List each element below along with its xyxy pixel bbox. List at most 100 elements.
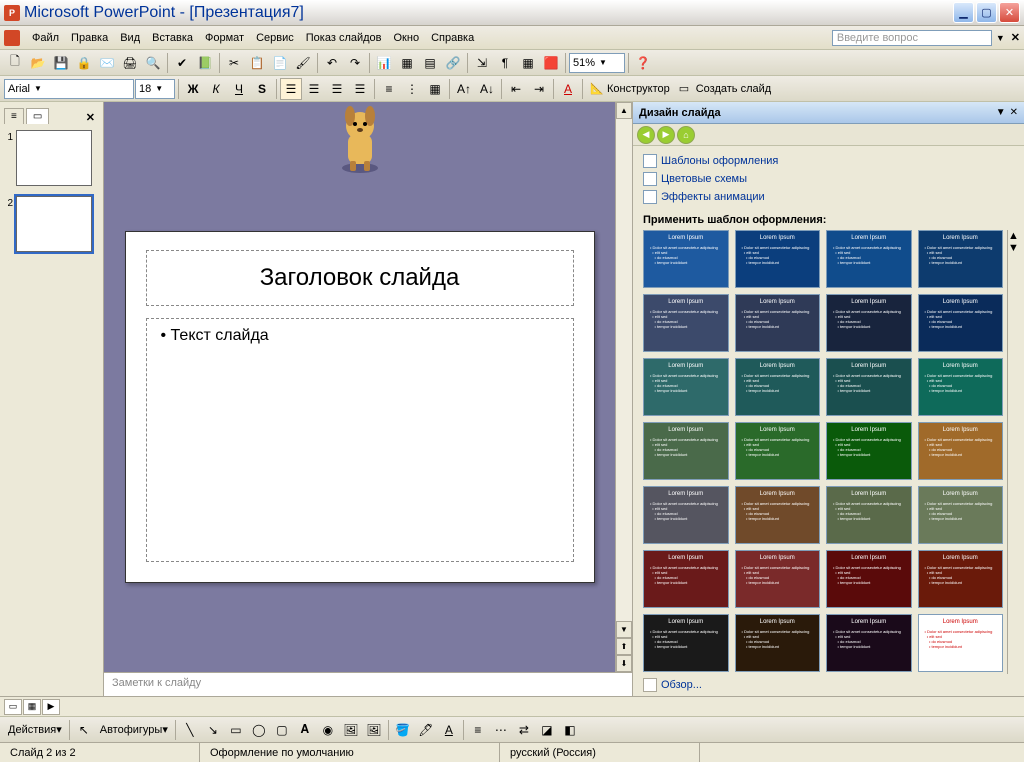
template-thumb[interactable]: Lorem Ipsum• Dolor sit amet consectetur …	[918, 358, 1004, 416]
arrow-icon[interactable]: ↘	[202, 719, 224, 741]
save-icon[interactable]: 💾	[50, 52, 72, 74]
office-assistant[interactable]	[330, 106, 390, 176]
cut-icon[interactable]: ✂	[223, 52, 245, 74]
increase-indent-icon[interactable]: ⇥	[528, 78, 550, 100]
menu-file[interactable]: Файл	[26, 30, 65, 46]
chart-icon[interactable]: 📊	[373, 52, 395, 74]
grid-icon[interactable]: ▦	[517, 52, 539, 74]
help-search-box[interactable]: Введите вопрос	[832, 30, 992, 46]
align-left-icon[interactable]: ☰	[280, 78, 302, 100]
template-thumb[interactable]: Lorem Ipsum• Dolor sit amet consectetur …	[643, 422, 729, 480]
scroll-down-icon[interactable]: ▼	[616, 621, 632, 638]
minimize-button[interactable]: ▁	[953, 2, 974, 23]
close-button[interactable]: ✕	[999, 2, 1020, 23]
sorter-view-icon[interactable]: ▦	[23, 699, 41, 715]
diagram-icon[interactable]: ◉	[317, 719, 339, 741]
nav-back-icon[interactable]: ◀	[637, 126, 655, 144]
slide-panel-close[interactable]: ✕	[82, 111, 99, 124]
select-icon[interactable]: ↖	[73, 719, 95, 741]
paste-icon[interactable]: 📄	[269, 52, 291, 74]
menu-help[interactable]: Справка	[425, 30, 480, 46]
scroll-up-icon[interactable]: ▲	[1008, 230, 1024, 242]
template-thumb[interactable]: Lorem Ipsum• Dolor sit amet consectetur …	[918, 614, 1004, 672]
template-thumb[interactable]: Lorem Ipsum• Dolor sit amet consectetur …	[735, 358, 821, 416]
color-icon[interactable]: 🟥	[540, 52, 562, 74]
help-icon[interactable]: ❓	[632, 52, 654, 74]
spellcheck-icon[interactable]: ✔	[171, 52, 193, 74]
open-icon[interactable]: 📂	[27, 52, 49, 74]
line-color-icon[interactable]: 🖊	[415, 719, 437, 741]
autoshapes-menu[interactable]: Автофигуры ▾	[96, 723, 172, 736]
document-close-button[interactable]: ✕	[1011, 31, 1020, 44]
menu-insert[interactable]: Вставка	[146, 30, 199, 46]
scroll-up-icon[interactable]: ▲	[616, 102, 632, 119]
line-icon[interactable]: ╲	[179, 719, 201, 741]
slide-thumb-1[interactable]	[16, 130, 92, 186]
font-color-icon[interactable]: A	[557, 78, 579, 100]
menu-tools[interactable]: Сервис	[250, 30, 300, 46]
tab-outline[interactable]: ≡	[4, 108, 24, 124]
maximize-button[interactable]: ▢	[976, 2, 997, 23]
decrease-indent-icon[interactable]: ⇤	[505, 78, 527, 100]
template-thumb[interactable]: Lorem Ipsum• Dolor sit amet consectetur …	[918, 422, 1004, 480]
hyperlink-icon[interactable]: 🔗	[442, 52, 464, 74]
bold-icon[interactable]: Ж	[182, 78, 204, 100]
template-thumb[interactable]: Lorem Ipsum• Dolor sit amet consectetur …	[826, 294, 912, 352]
undo-icon[interactable]: ↶	[321, 52, 343, 74]
table-icon[interactable]: ▦	[396, 52, 418, 74]
template-thumb[interactable]: Lorem Ipsum• Dolor sit amet consectetur …	[826, 614, 912, 672]
zoom-combo[interactable]: 51%▼	[569, 53, 625, 73]
template-thumb[interactable]: Lorem Ipsum• Dolor sit amet consectetur …	[643, 230, 729, 288]
bullets-icon[interactable]: ⋮	[401, 78, 423, 100]
fill-color-icon[interactable]: 🪣	[392, 719, 414, 741]
menu-slideshow[interactable]: Показ слайдов	[300, 30, 388, 46]
rectangle-icon[interactable]: ▭	[225, 719, 247, 741]
3d-style-icon[interactable]: ◧	[559, 719, 581, 741]
research-icon[interactable]: 📗	[194, 52, 216, 74]
italic-icon[interactable]: К	[205, 78, 227, 100]
slide-title-placeholder[interactable]: Заголовок слайда	[146, 250, 574, 306]
print-icon[interactable]: 🖨	[119, 52, 141, 74]
numbering-icon[interactable]: ≡	[378, 78, 400, 100]
shadow-style-icon[interactable]: ◪	[536, 719, 558, 741]
template-thumb[interactable]: Lorem Ipsum• Dolor sit amet consectetur …	[643, 550, 729, 608]
format-painter-icon[interactable]: 🖌	[292, 52, 314, 74]
underline-icon[interactable]: Ч	[228, 78, 250, 100]
template-thumb[interactable]: Lorem Ipsum• Dolor sit amet consectetur …	[918, 294, 1004, 352]
notes-pane[interactable]: Заметки к слайду	[104, 672, 632, 696]
new-icon[interactable]: 🗋	[4, 52, 26, 74]
template-thumb[interactable]: Lorem Ipsum• Dolor sit amet consectetur …	[826, 358, 912, 416]
align-justify-icon[interactable]: ☰	[349, 78, 371, 100]
font-name-combo[interactable]: Arial▼	[4, 79, 134, 99]
normal-view-icon[interactable]: ▭	[4, 699, 22, 715]
font-color-icon[interactable]: A	[438, 719, 460, 741]
template-thumb[interactable]: Lorem Ipsum• Dolor sit amet consectetur …	[826, 422, 912, 480]
slide[interactable]: Заголовок слайда Текст слайда	[125, 231, 595, 583]
clipart-icon[interactable]: 🖼	[340, 719, 362, 741]
status-language[interactable]: русский (Россия)	[500, 743, 700, 762]
taskpane-dropdown[interactable]: ▼	[996, 107, 1006, 118]
template-thumb[interactable]: Lorem Ipsum• Dolor sit amet consectetur …	[735, 422, 821, 480]
slide-thumb-2[interactable]	[16, 196, 92, 252]
template-thumb[interactable]: Lorem Ipsum• Dolor sit amet consectetur …	[643, 294, 729, 352]
help-dropdown[interactable]: ▼	[996, 33, 1005, 43]
template-thumb[interactable]: Lorem Ipsum• Dolor sit amet consectetur …	[643, 358, 729, 416]
scroll-down-icon[interactable]: ▼	[1008, 242, 1024, 254]
picture-icon[interactable]: 🖼	[363, 719, 385, 741]
designer-button[interactable]: 📐Конструктор	[586, 82, 674, 96]
slideshow-view-icon[interactable]: ▶	[42, 699, 60, 715]
template-thumb[interactable]: Lorem Ipsum• Dolor sit amet consectetur …	[826, 550, 912, 608]
shadow-icon[interactable]: S	[251, 78, 273, 100]
increase-font-icon[interactable]: A↑	[453, 78, 475, 100]
template-thumb[interactable]: Lorem Ipsum• Dolor sit amet consectetur …	[735, 550, 821, 608]
slide-canvas[interactable]: Заголовок слайда Текст слайда	[104, 102, 615, 672]
template-thumb[interactable]: Lorem Ipsum• Dolor sit amet consectetur …	[735, 294, 821, 352]
font-size-combo[interactable]: 18▼	[135, 79, 175, 99]
decrease-font-icon[interactable]: A↓	[476, 78, 498, 100]
line-style-icon[interactable]: ≡	[467, 719, 489, 741]
arrow-style-icon[interactable]: ⇄	[513, 719, 535, 741]
columns-icon[interactable]: ▦	[424, 78, 446, 100]
textbox-icon[interactable]: ▢	[271, 719, 293, 741]
taskpane-vscroll[interactable]: ▲ ▼	[1007, 230, 1024, 674]
align-right-icon[interactable]: ☰	[326, 78, 348, 100]
